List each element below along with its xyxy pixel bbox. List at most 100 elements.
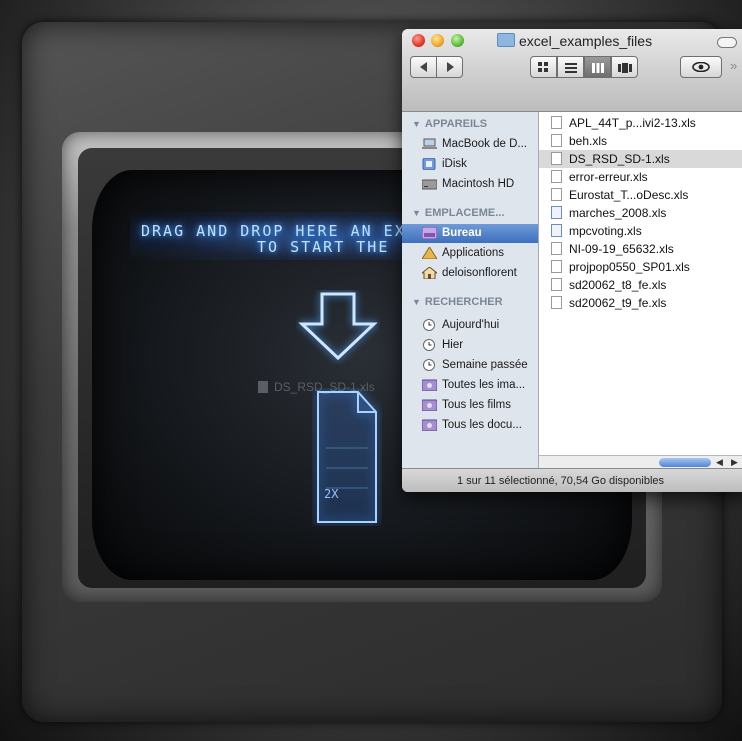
forward-button[interactable]: [436, 56, 463, 78]
file-name: error-erreur.xls: [569, 170, 648, 184]
toolbar-toggle-button[interactable]: [717, 37, 737, 48]
coverflow-view-button[interactable]: [611, 56, 638, 78]
sidebar-item-label: Hier: [442, 339, 464, 351]
sidebar-item-today[interactable]: Aujourd'hui: [402, 316, 538, 335]
scroll-right-icon[interactable]: ▶: [731, 457, 738, 468]
disclosure-triangle-icon[interactable]: ▼: [412, 119, 421, 129]
list-view-button[interactable]: [557, 56, 584, 78]
file-name: Eurostat_T...oDesc.xls: [569, 188, 689, 202]
scrollbar-thumb[interactable]: [659, 458, 711, 467]
sidebar-item-label: Macintosh HD: [442, 178, 515, 190]
file-row[interactable]: Eurostat_T...oDesc.xls: [539, 186, 742, 204]
sidebar-item-applications[interactable]: Applications: [402, 244, 538, 263]
sidebar-item-label: Bureau: [442, 227, 482, 239]
file-row[interactable]: sd20062_t8_fe.xls: [539, 276, 742, 294]
back-arrow-icon: [420, 62, 427, 72]
disclosure-triangle-icon[interactable]: ▼: [412, 208, 421, 218]
section-label: APPAREILS: [424, 118, 488, 130]
minimize-button[interactable]: [431, 34, 444, 47]
sidebar-item-label: Tous les docu...: [442, 419, 522, 431]
file-name: sd20062_t8_fe.xls: [569, 278, 667, 292]
horizontal-scrollbar[interactable]: ◀ ▶: [539, 455, 742, 469]
file-name: NI-09-19_65632.xls: [569, 242, 674, 256]
doc-label: 2X: [324, 487, 339, 501]
file-name: DS_RSD_SD-1.xls: [569, 152, 670, 166]
file-name: APL_44T_p...ivi2-13.xls: [569, 116, 696, 130]
file-name: marches_2008.xls: [569, 206, 667, 220]
sidebar-item-macbook[interactable]: MacBook de D...: [402, 135, 538, 154]
sidebar-item-bureau[interactable]: Bureau: [402, 224, 538, 243]
sidebar-item-idisk[interactable]: iDisk: [402, 155, 538, 174]
sidebar-item-macintosh-hd[interactable]: Macintosh HD: [402, 175, 538, 194]
idisk-icon: [422, 158, 436, 170]
applications-icon: [422, 247, 437, 259]
file-row[interactable]: marches_2008.xls: [539, 204, 742, 222]
section-label: RECHERCHER: [424, 296, 503, 308]
file-icon: [551, 224, 562, 237]
file-row[interactable]: APL_44T_p...ivi2-13.xls: [539, 114, 742, 132]
file-icon: [258, 381, 268, 393]
sidebar-item-label: Semaine passée: [442, 359, 528, 371]
file-row[interactable]: beh.xls: [539, 132, 742, 150]
forward-arrow-icon: [447, 62, 454, 72]
close-button[interactable]: [412, 34, 425, 47]
file-row[interactable]: sd20062_t9_fe.xls: [539, 294, 742, 312]
window-title: excel_examples_files: [497, 33, 652, 49]
file-row[interactable]: mpcvoting.xls: [539, 222, 742, 240]
file-icon: [551, 242, 562, 255]
clock-icon: [423, 359, 435, 371]
file-list[interactable]: APL_44T_p...ivi2-13.xls beh.xls DS_RSD_S…: [539, 112, 742, 455]
clock-icon: [423, 339, 435, 351]
back-button[interactable]: [410, 56, 437, 78]
file-row-selected[interactable]: DS_RSD_SD-1.xls: [539, 150, 742, 168]
sidebar-item-label: Applications: [442, 247, 505, 259]
coverflow-view-icon: [617, 63, 632, 73]
sidebar-item-label: MacBook de D...: [442, 138, 528, 150]
sidebar-item-last-week[interactable]: Semaine passée: [402, 356, 538, 375]
sidebar-item-label: Tous les films: [442, 399, 512, 411]
disclosure-triangle-icon[interactable]: ▼: [412, 297, 421, 307]
folder-icon: [497, 33, 515, 47]
window-title-text: excel_examples_files: [519, 33, 653, 49]
file-name: beh.xls: [569, 134, 608, 148]
quicklook-button[interactable]: [680, 56, 722, 78]
hard-drive-icon: [422, 179, 437, 190]
status-bar: 1 sur 11 sélectionné, 70,54 Go disponibl…: [402, 468, 742, 492]
sidebar-item-home[interactable]: deloisonflorent: [402, 264, 538, 283]
file-icon: [551, 152, 562, 165]
icon-view-icon: [538, 62, 548, 72]
scroll-left-icon[interactable]: ◀: [716, 457, 723, 468]
sidebar-item-yesterday[interactable]: Hier: [402, 336, 538, 355]
sidebar-item-all-images[interactable]: Toutes les ima...: [402, 376, 538, 395]
sidebar-item-label: deloisonflorent: [442, 267, 517, 279]
file-icon: [551, 278, 562, 291]
sidebar-item-label: Toutes les ima...: [442, 379, 526, 391]
finder-window[interactable]: excel_examples_files » ▼ APPAREILS MacBoo…: [402, 29, 742, 492]
file-icon: [551, 206, 562, 219]
column-view-button[interactable]: [584, 56, 611, 78]
sidebar-section-devices[interactable]: ▼ APPAREILS: [412, 118, 487, 130]
sidebar-item-all-movies[interactable]: Tous les films: [402, 396, 538, 415]
file-row[interactable]: projpop0550_SP01.xls: [539, 258, 742, 276]
down-arrow-icon: [298, 292, 378, 361]
smart-folder-icon: [422, 399, 437, 411]
file-icon: [551, 188, 562, 201]
file-row[interactable]: NI-09-19_65632.xls: [539, 240, 742, 258]
sidebar-section-search[interactable]: ▼ RECHERCHER: [412, 296, 503, 308]
toolbar-overflow-icon[interactable]: »: [730, 58, 737, 73]
file-row[interactable]: error-erreur.xls: [539, 168, 742, 186]
title-bar[interactable]: excel_examples_files »: [402, 29, 742, 112]
file-icon: [551, 296, 562, 309]
list-view-icon: [564, 63, 577, 73]
sidebar-item-all-documents[interactable]: Tous les docu...: [402, 416, 538, 435]
zoom-button[interactable]: [451, 34, 464, 47]
sidebar-section-places[interactable]: ▼ EMPLACEME...: [412, 207, 504, 219]
clock-icon: [423, 319, 435, 331]
smart-folder-icon: [422, 379, 437, 391]
sidebar: ▼ APPAREILS MacBook de D... iDisk Macinto…: [402, 112, 539, 468]
icon-view-button[interactable]: [530, 56, 557, 78]
sidebar-item-label: Aujourd'hui: [442, 319, 500, 331]
drop-instruction-line2: TO START THE: [257, 238, 390, 256]
file-name: sd20062_t9_fe.xls: [569, 296, 667, 310]
file-icon: [551, 260, 562, 273]
